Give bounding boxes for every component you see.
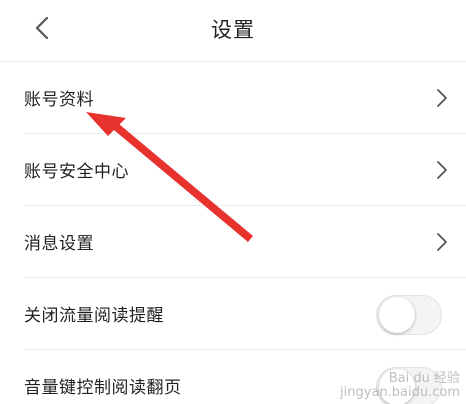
- top-bar: 设置: [0, 0, 466, 62]
- watermark-brand: Bai du 经验: [388, 371, 460, 386]
- settings-list: 账号资料 账号安全中心 消息设置 关闭流量阅读提醒 音量键控制阅读翻页: [0, 62, 466, 404]
- watermark-site: jingyan.baidu.com: [340, 385, 460, 400]
- row-label: 消息设置: [24, 234, 94, 254]
- settings-screen: 设置 账号资料 账号安全中心 消息设置 关闭流量阅读提醒 音量键控制阅读翻页 B…: [0, 0, 466, 404]
- row-label: 音量键控制阅读翻页: [24, 378, 182, 398]
- row-label: 关闭流量阅读提醒: [24, 306, 164, 326]
- settings-row-data-reading-alert: 关闭流量阅读提醒: [24, 278, 466, 350]
- watermark: Bai du 经验 jingyan.baidu.com: [340, 372, 460, 400]
- settings-row-message-settings[interactable]: 消息设置: [24, 206, 466, 278]
- chevron-right-icon: [437, 89, 447, 107]
- page-title: 设置: [211, 18, 255, 42]
- data-reading-alert-toggle[interactable]: [376, 295, 442, 335]
- settings-row-account-security[interactable]: 账号安全中心: [24, 134, 466, 206]
- row-label: 账号安全中心: [24, 162, 129, 182]
- chevron-right-icon: [437, 233, 447, 251]
- settings-row-account-profile[interactable]: 账号资料: [24, 62, 466, 134]
- row-label: 账号资料: [24, 90, 94, 110]
- toggle-knob: [379, 297, 415, 333]
- chevron-right-icon: [437, 161, 447, 179]
